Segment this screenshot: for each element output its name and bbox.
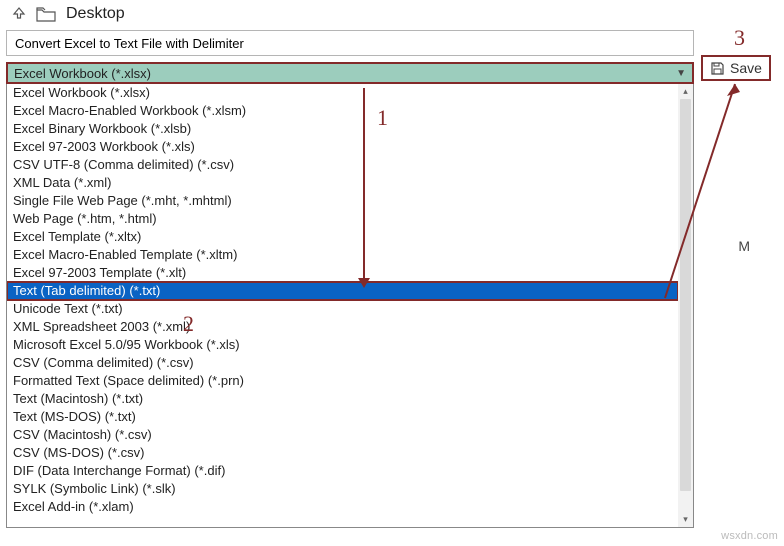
filetype-option[interactable]: Text (Tab delimited) (*.txt) bbox=[7, 282, 678, 300]
location-title: Desktop bbox=[66, 5, 125, 23]
save-icon bbox=[710, 61, 725, 76]
filetype-option[interactable]: Excel Macro-Enabled Workbook (*.xlsm) bbox=[7, 102, 678, 120]
up-arrow-icon[interactable] bbox=[12, 6, 26, 23]
filetype-option[interactable]: CSV (Comma delimited) (*.csv) bbox=[7, 354, 678, 372]
filetype-option[interactable]: Excel 97-2003 Workbook (*.xls) bbox=[7, 138, 678, 156]
filetype-option[interactable]: Excel Binary Workbook (*.xlsb) bbox=[7, 120, 678, 138]
filetype-option[interactable]: Excel Template (*.xltx) bbox=[7, 228, 678, 246]
filetype-listbox: Excel Workbook (*.xlsx)Excel Macro-Enabl… bbox=[6, 84, 694, 528]
stray-text: M bbox=[738, 238, 750, 254]
filetype-option[interactable]: CSV (Macintosh) (*.csv) bbox=[7, 426, 678, 444]
save-button[interactable]: Save bbox=[701, 55, 771, 81]
filetype-option[interactable]: CSV UTF-8 (Comma delimited) (*.csv) bbox=[7, 156, 678, 174]
scroll-track[interactable] bbox=[678, 99, 693, 512]
filetype-option[interactable]: DIF (Data Interchange Format) (*.dif) bbox=[7, 462, 678, 480]
filetype-option[interactable]: Excel Add-in (*.xlam) bbox=[7, 498, 678, 516]
filetype-option[interactable]: Single File Web Page (*.mht, *.mhtml) bbox=[7, 192, 678, 210]
filetype-options[interactable]: Excel Workbook (*.xlsx)Excel Macro-Enabl… bbox=[7, 84, 678, 527]
filetype-option[interactable]: Excel 97-2003 Template (*.xlt) bbox=[7, 264, 678, 282]
filename-input[interactable]: Convert Excel to Text File with Delimite… bbox=[6, 30, 694, 56]
breadcrumb: Desktop bbox=[0, 0, 784, 28]
filetype-option[interactable]: Microsoft Excel 5.0/95 Workbook (*.xls) bbox=[7, 336, 678, 354]
scroll-thumb[interactable] bbox=[680, 99, 691, 491]
scroll-up-icon[interactable]: ▴ bbox=[678, 84, 693, 99]
filetype-option[interactable]: Excel Workbook (*.xlsx) bbox=[7, 84, 678, 102]
filetype-option[interactable]: Excel Macro-Enabled Template (*.xltm) bbox=[7, 246, 678, 264]
filetype-option[interactable]: XML Data (*.xml) bbox=[7, 174, 678, 192]
filetype-option[interactable]: Unicode Text (*.txt) bbox=[7, 300, 678, 318]
chevron-down-icon: ▼ bbox=[676, 68, 686, 79]
filetype-option[interactable]: Web Page (*.htm, *.html) bbox=[7, 210, 678, 228]
filetype-option[interactable]: Text (MS-DOS) (*.txt) bbox=[7, 408, 678, 426]
filetype-dropdown[interactable]: Excel Workbook (*.xlsx) ▼ bbox=[6, 62, 694, 84]
scroll-down-icon[interactable]: ▾ bbox=[678, 512, 693, 527]
filetype-option[interactable]: SYLK (Symbolic Link) (*.slk) bbox=[7, 480, 678, 498]
filetype-option[interactable]: CSV (MS-DOS) (*.csv) bbox=[7, 444, 678, 462]
filetype-option[interactable]: Formatted Text (Space delimited) (*.prn) bbox=[7, 372, 678, 390]
filetype-option[interactable]: Text (Macintosh) (*.txt) bbox=[7, 390, 678, 408]
annotation-3: 3 bbox=[734, 25, 745, 51]
folder-icon[interactable] bbox=[36, 7, 56, 22]
watermark: wsxdn.com bbox=[721, 530, 778, 542]
save-label: Save bbox=[730, 60, 762, 76]
filename-text: Convert Excel to Text File with Delimite… bbox=[15, 36, 244, 51]
scrollbar[interactable]: ▴ ▾ bbox=[678, 84, 693, 527]
filetype-selected-text: Excel Workbook (*.xlsx) bbox=[14, 66, 151, 81]
filetype-option[interactable]: XML Spreadsheet 2003 (*.xml) bbox=[7, 318, 678, 336]
